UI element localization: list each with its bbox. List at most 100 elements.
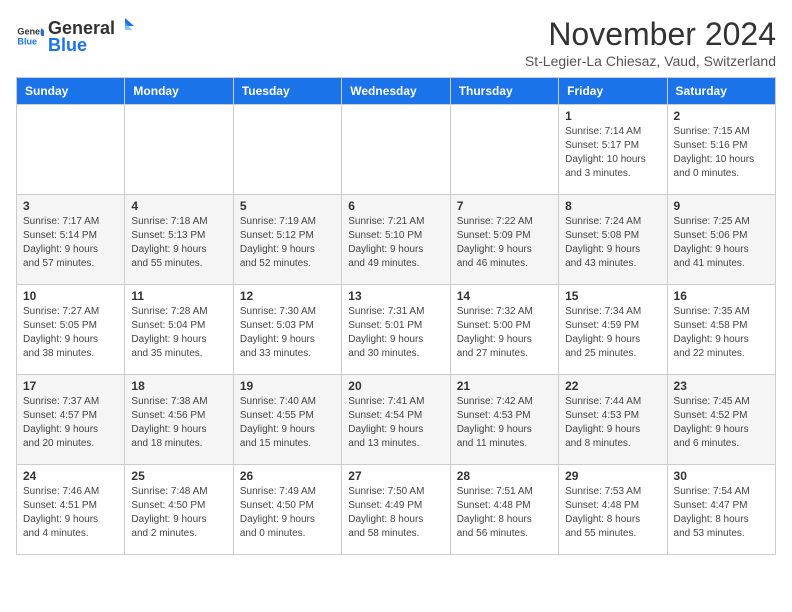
day-cell: 16 Sunrise: 7:35 AM Sunset: 4:58 PM Dayli… — [667, 285, 775, 375]
week-row-1: 1Sunrise: 7:14 AM Sunset: 5:17 PM Daylig… — [17, 105, 776, 195]
day-cell: 14 Sunrise: 7:32 AM Sunset: 5:00 PM Dayli… — [450, 285, 558, 375]
day-info: Sunrise: 7:22 AM Sunset: 5:09 PM Dayligh… — [457, 215, 552, 271]
day-number: 16 — [674, 289, 769, 303]
day-number: 12 — [240, 289, 335, 303]
day-cell: 12Sunrise: 7:30 AM Sunset: 5:03 PM Dayli… — [233, 285, 341, 375]
day-info: Sunrise: 7:17 AM Sunset: 5:14 PM Dayligh… — [23, 215, 118, 271]
day-cell — [450, 105, 558, 195]
day-cell: 15 Sunrise: 7:34 AM Sunset: 4:59 PM Dayli… — [559, 285, 667, 375]
day-info: Sunrise: 7:40 AM Sunset: 4:55 PM Dayligh… — [240, 395, 335, 451]
day-cell: 5 Sunrise: 7:19 AM Sunset: 5:12 PM Daylig… — [233, 195, 341, 285]
day-info: Sunrise: 7:24 AM Sunset: 5:08 PM Dayligh… — [565, 215, 660, 271]
day-info: Sunrise: 7:34 AM Sunset: 4:59 PM Dayligh… — [565, 305, 660, 361]
day-info: Sunrise: 7:19 AM Sunset: 5:12 PM Dayligh… — [240, 215, 335, 271]
day-info: Sunrise: 7:21 AM Sunset: 5:10 PM Dayligh… — [348, 215, 443, 271]
day-number: 17 — [23, 379, 118, 393]
day-info: Sunrise: 7:38 AM Sunset: 4:56 PM Dayligh… — [131, 395, 226, 451]
col-header-tuesday: Tuesday — [233, 78, 341, 105]
day-number: 4 — [131, 199, 226, 213]
day-number: 23 — [674, 379, 769, 393]
week-row-3: 10Sunrise: 7:27 AM Sunset: 5:05 PM Dayli… — [17, 285, 776, 375]
day-cell: 1Sunrise: 7:14 AM Sunset: 5:17 PM Daylig… — [559, 105, 667, 195]
day-cell: 23 Sunrise: 7:45 AM Sunset: 4:52 PM Dayli… — [667, 375, 775, 465]
day-number: 18 — [131, 379, 226, 393]
day-cell: 3 Sunrise: 7:17 AM Sunset: 5:14 PM Daylig… — [17, 195, 125, 285]
day-number: 2 — [674, 109, 769, 123]
day-number: 3 — [23, 199, 118, 213]
day-info: Sunrise: 7:44 AM Sunset: 4:53 PM Dayligh… — [565, 395, 660, 451]
day-number: 1 — [565, 109, 660, 123]
col-header-monday: Monday — [125, 78, 233, 105]
day-cell: 19Sunrise: 7:40 AM Sunset: 4:55 PM Dayli… — [233, 375, 341, 465]
day-number: 15 — [565, 289, 660, 303]
day-number: 14 — [457, 289, 552, 303]
logo-bird-icon — [116, 16, 134, 34]
day-info: Sunrise: 7:28 AM Sunset: 5:04 PM Dayligh… — [131, 305, 226, 361]
day-number: 25 — [131, 469, 226, 483]
col-header-saturday: Saturday — [667, 78, 775, 105]
day-info: Sunrise: 7:45 AM Sunset: 4:52 PM Dayligh… — [674, 395, 769, 451]
day-cell — [125, 105, 233, 195]
day-info: Sunrise: 7:15 AM Sunset: 5:16 PM Dayligh… — [674, 125, 769, 181]
day-cell: 27Sunrise: 7:50 AM Sunset: 4:49 PM Dayli… — [342, 465, 450, 555]
logo-icon: General Blue — [16, 22, 44, 50]
location-title: St-Legier-La Chiesaz, Vaud, Switzerland — [525, 53, 776, 69]
day-info: Sunrise: 7:31 AM Sunset: 5:01 PM Dayligh… — [348, 305, 443, 361]
day-info: Sunrise: 7:35 AM Sunset: 4:58 PM Dayligh… — [674, 305, 769, 361]
svg-text:General: General — [17, 27, 44, 37]
week-row-5: 24Sunrise: 7:46 AM Sunset: 4:51 PM Dayli… — [17, 465, 776, 555]
week-row-4: 17 Sunrise: 7:37 AM Sunset: 4:57 PM Dayli… — [17, 375, 776, 465]
day-cell: 26 Sunrise: 7:49 AM Sunset: 4:50 PM Dayli… — [233, 465, 341, 555]
day-info: Sunrise: 7:48 AM Sunset: 4:50 PM Dayligh… — [131, 485, 226, 541]
day-cell: 17 Sunrise: 7:37 AM Sunset: 4:57 PM Dayli… — [17, 375, 125, 465]
day-cell: 9 Sunrise: 7:25 AM Sunset: 5:06 PM Daylig… — [667, 195, 775, 285]
day-number: 22 — [565, 379, 660, 393]
day-cell: 18 Sunrise: 7:38 AM Sunset: 4:56 PM Dayli… — [125, 375, 233, 465]
svg-text:Blue: Blue — [17, 36, 37, 46]
day-number: 27 — [348, 469, 443, 483]
day-number: 9 — [674, 199, 769, 213]
day-info: Sunrise: 7:41 AM Sunset: 4:54 PM Dayligh… — [348, 395, 443, 451]
day-cell: 21Sunrise: 7:42 AM Sunset: 4:53 PM Dayli… — [450, 375, 558, 465]
header-row: SundayMondayTuesdayWednesdayThursdayFrid… — [17, 78, 776, 105]
col-header-thursday: Thursday — [450, 78, 558, 105]
day-number: 30 — [674, 469, 769, 483]
day-cell: 10Sunrise: 7:27 AM Sunset: 5:05 PM Dayli… — [17, 285, 125, 375]
day-cell: 4Sunrise: 7:18 AM Sunset: 5:13 PM Daylig… — [125, 195, 233, 285]
day-cell: 6 Sunrise: 7:21 AM Sunset: 5:10 PM Daylig… — [342, 195, 450, 285]
day-number: 13 — [348, 289, 443, 303]
day-cell: 24Sunrise: 7:46 AM Sunset: 4:51 PM Dayli… — [17, 465, 125, 555]
day-cell: 7Sunrise: 7:22 AM Sunset: 5:09 PM Daylig… — [450, 195, 558, 285]
day-number: 29 — [565, 469, 660, 483]
col-header-friday: Friday — [559, 78, 667, 105]
day-cell: 29 Sunrise: 7:53 AM Sunset: 4:48 PM Dayli… — [559, 465, 667, 555]
week-row-2: 3 Sunrise: 7:17 AM Sunset: 5:14 PM Daylig… — [17, 195, 776, 285]
day-cell: 30 Sunrise: 7:54 AM Sunset: 4:47 PM Dayli… — [667, 465, 775, 555]
title-area: November 2024 St-Legier-La Chiesaz, Vaud… — [525, 16, 776, 69]
day-info: Sunrise: 7:46 AM Sunset: 4:51 PM Dayligh… — [23, 485, 118, 541]
day-info: Sunrise: 7:49 AM Sunset: 4:50 PM Dayligh… — [240, 485, 335, 541]
day-cell: 20Sunrise: 7:41 AM Sunset: 4:54 PM Dayli… — [342, 375, 450, 465]
day-info: Sunrise: 7:54 AM Sunset: 4:47 PM Dayligh… — [674, 485, 769, 541]
day-info: Sunrise: 7:37 AM Sunset: 4:57 PM Dayligh… — [23, 395, 118, 451]
day-cell: 22 Sunrise: 7:44 AM Sunset: 4:53 PM Dayli… — [559, 375, 667, 465]
day-number: 5 — [240, 199, 335, 213]
header: General Blue General Blue November 2024 … — [16, 16, 776, 69]
day-info: Sunrise: 7:42 AM Sunset: 4:53 PM Dayligh… — [457, 395, 552, 451]
day-number: 10 — [23, 289, 118, 303]
day-number: 8 — [565, 199, 660, 213]
day-info: Sunrise: 7:32 AM Sunset: 5:00 PM Dayligh… — [457, 305, 552, 361]
day-number: 6 — [348, 199, 443, 213]
day-info: Sunrise: 7:25 AM Sunset: 5:06 PM Dayligh… — [674, 215, 769, 271]
day-number: 26 — [240, 469, 335, 483]
day-info: Sunrise: 7:53 AM Sunset: 4:48 PM Dayligh… — [565, 485, 660, 541]
day-cell: 13 Sunrise: 7:31 AM Sunset: 5:01 PM Dayli… — [342, 285, 450, 375]
col-header-sunday: Sunday — [17, 78, 125, 105]
day-info: Sunrise: 7:51 AM Sunset: 4:48 PM Dayligh… — [457, 485, 552, 541]
day-cell — [17, 105, 125, 195]
day-cell — [233, 105, 341, 195]
day-cell — [342, 105, 450, 195]
day-number: 28 — [457, 469, 552, 483]
day-cell: 25 Sunrise: 7:48 AM Sunset: 4:50 PM Dayli… — [125, 465, 233, 555]
day-number: 11 — [131, 289, 226, 303]
